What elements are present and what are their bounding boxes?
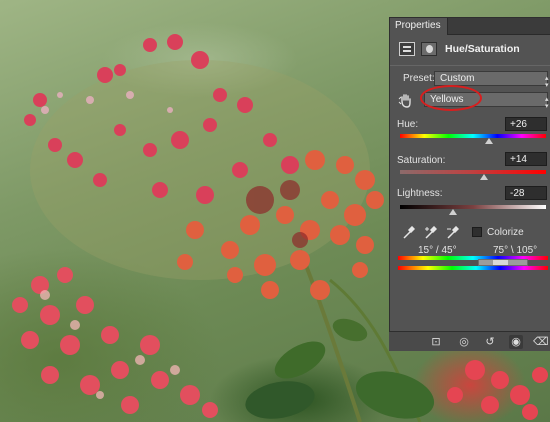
eyedropper-minus-icon[interactable] [446, 225, 460, 240]
hue-track[interactable] [400, 134, 546, 138]
lightness-slider-thumb[interactable] [449, 209, 457, 215]
preset-value: Custom [440, 73, 475, 84]
panel-bottom-toolbar: ⊡ ◎ ↺ ◉ ⌫ [389, 331, 550, 351]
saturation-track[interactable] [400, 170, 546, 174]
hue-saturation-icon[interactable] [399, 42, 415, 56]
eye-icon[interactable]: ◉ [509, 335, 523, 349]
hue-input[interactable]: +26 [505, 117, 547, 131]
colorize-checkbox[interactable] [472, 227, 482, 237]
color-range-slider[interactable] [478, 259, 528, 266]
saturation-slider-thumb[interactable] [480, 174, 488, 180]
lightness-track[interactable] [400, 205, 546, 209]
header-divider [390, 65, 550, 66]
lightness-input[interactable]: -28 [505, 186, 547, 200]
eyedropper-icon[interactable] [402, 225, 416, 240]
saturation-label: Saturation: [397, 155, 446, 166]
hue-label: Hue: [397, 119, 419, 130]
range-right-text: 75° \ 105° [493, 245, 538, 256]
trash-icon[interactable]: ⌫ [533, 335, 549, 349]
panel-tabbar: Properties [390, 18, 550, 35]
highlight-ring [420, 85, 482, 111]
reset-icon[interactable]: ↺ [483, 335, 497, 349]
hand-adjust-icon[interactable] [398, 92, 414, 108]
saturation-input[interactable]: +14 [505, 152, 547, 166]
layer-mask-icon[interactable] [421, 42, 437, 56]
preset-label: Preset: [403, 73, 435, 84]
properties-panel: Properties Hue/Saturation [389, 17, 550, 351]
view-previous-icon[interactable]: ◎ [457, 335, 471, 349]
tab-properties[interactable]: Properties [390, 18, 448, 35]
panel-header: Hue/Saturation [390, 38, 550, 64]
colorize-label: Colorize [487, 227, 524, 238]
panel-title: Hue/Saturation [445, 43, 520, 55]
range-left-text: 15° / 45° [418, 245, 457, 256]
eyedropper-plus-icon[interactable] [424, 225, 438, 240]
hue-slider-thumb[interactable] [485, 138, 493, 144]
lightness-label: Lightness: [397, 188, 443, 199]
output-color-bar [398, 266, 548, 270]
clip-to-layer-icon[interactable]: ⊡ [429, 335, 443, 349]
preset-dropdown[interactable]: Custom ▴ ▾ [434, 71, 549, 89]
